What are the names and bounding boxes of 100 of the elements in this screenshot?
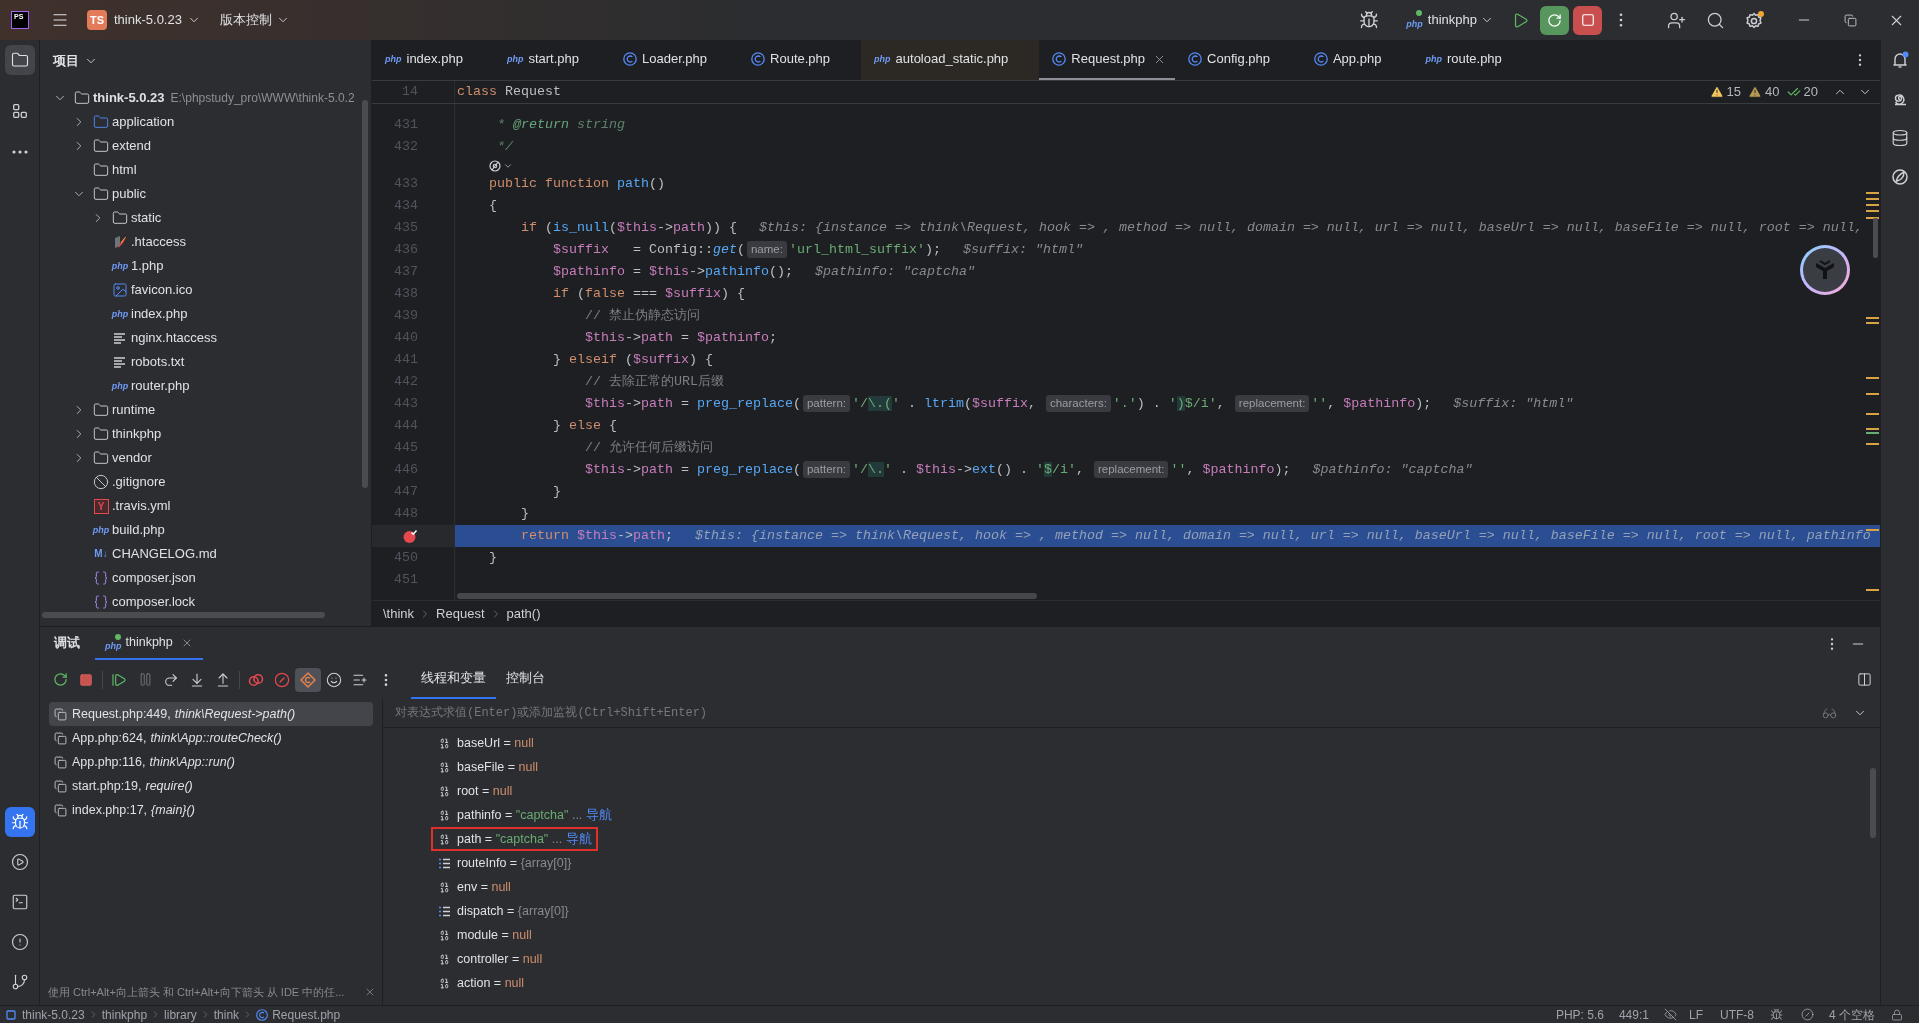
editor-tab[interactable]: php start.php [493,40,610,80]
run-config-selector[interactable]: php thinkphp [1406,6,1494,34]
step-over-icon[interactable] [163,671,179,688]
tree-item[interactable]: php build.php [40,518,371,542]
inspection-count[interactable]: 20 [1803,82,1818,102]
step-out-icon[interactable] [215,671,231,688]
breadcrumb-item[interactable]: thinkphp [101,1005,148,1023]
tool-window-button[interactable] [4,45,35,75]
scrollbar[interactable] [1870,768,1876,838]
breadcrumb-item[interactable]: Request.php [272,1005,341,1023]
menu-icon[interactable] [51,11,69,29]
variable-entry[interactable]: pathinfo = "captcha" ... [457,805,583,825]
tree-item[interactable]: nginx.htaccess [40,326,371,350]
session-tab[interactable]: php thinkphp [95,627,203,660]
tree-item[interactable]: thinkphp [40,422,371,446]
variable-entry[interactable]: path = "captcha" ... [457,829,563,849]
tree-item[interactable]: robots.txt [40,350,371,374]
eye-off-icon[interactable] [1663,1008,1677,1021]
scrollbar[interactable] [42,612,325,618]
rotate-icon[interactable] [52,672,68,687]
floating-round-button[interactable] [1800,245,1850,295]
editor-tab[interactable]: Loader.php [610,40,739,80]
restore-icon[interactable] [1843,13,1857,27]
vcs-menu[interactable]: 版本控制 [219,6,290,34]
tree-item[interactable]: php index.php [40,302,371,326]
inspection-count[interactable]: 40 [1765,82,1780,102]
navigate-link[interactable]: 导航 [586,805,613,825]
tree-item[interactable]: public [40,182,371,206]
variable-entry[interactable]: baseFile = null [457,757,538,777]
tree-item[interactable]: runtime [40,398,371,422]
tree-item[interactable]: php router.php [40,374,371,398]
editor-tab[interactable]: Config.php [1175,40,1301,80]
stack-frame[interactable]: index.php:17, {main}() [49,798,373,822]
toolbar-button[interactable] [295,667,321,692]
slashed-circle-icon[interactable] [1801,1008,1814,1021]
variable-entry[interactable]: module = null [457,925,532,945]
tree-item[interactable]: .gitignore [40,470,371,494]
status-item[interactable]: PHP: 5.6 [1555,1005,1604,1023]
breadcrumb-item[interactable]: library [164,1005,197,1023]
settings-icon[interactable] [1745,10,1765,30]
editor-tab[interactable]: php route.php [1412,40,1533,80]
status-item[interactable]: 4 个空格 [1829,1005,1875,1023]
tree-item[interactable]: Y .travis.yml [40,494,371,518]
bug-icon[interactable] [1770,1008,1783,1021]
breadcrumb-item[interactable]: \think [383,603,415,624]
variable-entry[interactable]: dispatch = {array[0]} [457,901,569,921]
circles-icon[interactable] [248,672,264,687]
debug-button[interactable] [1540,5,1569,35]
layout-icon[interactable] [1857,672,1872,687]
project-selector[interactable]: TS think-5.0.23 [87,6,201,34]
tree-item[interactable]: html [40,158,371,182]
step-forward-icon[interactable] [111,671,127,688]
breadcrumb-item[interactable]: Request [436,603,485,624]
breadcrumb-item[interactable]: think-5.0.23 [22,1005,85,1023]
inspection-count[interactable]: 15 [1726,82,1742,102]
variable-entry[interactable]: routeInfo = {array[0]} [457,853,572,873]
scrollbar[interactable] [362,100,368,488]
status-item[interactable]: UTF-8 [1720,1005,1754,1023]
tree-item[interactable]: favicon.ico [40,278,371,302]
leaf-circle-icon[interactable] [1891,168,1909,186]
status-item[interactable]: 449:1 [1618,1005,1649,1023]
evaluate-field[interactable]: 对表达式求值(Enter)或添加监视(Ctrl+Shift+Enter) [383,699,1822,727]
tree-item[interactable]: extend [40,134,371,158]
database-icon[interactable] [1891,129,1909,147]
variable-entry[interactable]: baseUrl = null [457,733,534,753]
breadcrumb-item[interactable]: think [213,1005,240,1023]
step-into-icon[interactable] [189,671,205,688]
bell-icon[interactable] [1891,51,1909,69]
stack-frame[interactable]: Request.php:449, think\Request->path() [49,702,373,726]
tool-window-button[interactable] [4,807,35,837]
editor-tab[interactable]: Request.php [1039,40,1176,80]
variable-entry[interactable]: env = null [457,877,511,897]
tree-item[interactable]: composer.json [40,566,371,590]
diamond-icon[interactable] [300,671,316,688]
tree-item[interactable]: composer.lock [40,590,371,614]
tree-item[interactable]: think-5.0.23 E:\phpstudy_pro\WWW\think-5.0.2 [40,86,371,110]
editor-tab[interactable]: App.php [1300,40,1413,80]
editor-tab[interactable]: php autoload_static.php [861,40,1040,80]
stack-frame[interactable]: App.php:116, think\App::run() [49,750,373,774]
tree-item[interactable]: application [40,110,371,134]
tree-item[interactable]: .htaccess [40,230,371,254]
stop-icon[interactable] [79,672,93,687]
view-tab[interactable]: 控制台 [496,660,555,699]
navigate-link[interactable]: 导航 [566,829,593,849]
panel-title[interactable]: 项目 [53,50,98,71]
tree-item[interactable]: php 1.php [40,254,371,278]
crossed-circle-icon[interactable] [489,159,501,172]
tree-item[interactable]: vendor [40,446,371,470]
tree-item[interactable]: M↓ CHANGELOG.md [40,542,371,566]
breadcrumb-item[interactable]: path() [506,603,541,624]
smile-icon[interactable] [326,671,342,688]
stack-frame[interactable]: App.php:624, think\App::routeCheck() [49,726,373,750]
editor-tab[interactable]: php index.php [372,40,494,80]
bug-icon[interactable] [1359,10,1380,30]
variable-entry[interactable]: controller = null [457,949,543,969]
lock-icon[interactable] [1891,1008,1903,1021]
user-plus-icon[interactable] [1666,10,1686,30]
search-icon[interactable] [1705,10,1725,30]
status-item[interactable]: LF [1688,1005,1703,1023]
stack-frame[interactable]: start.php:19, require() [49,774,373,798]
